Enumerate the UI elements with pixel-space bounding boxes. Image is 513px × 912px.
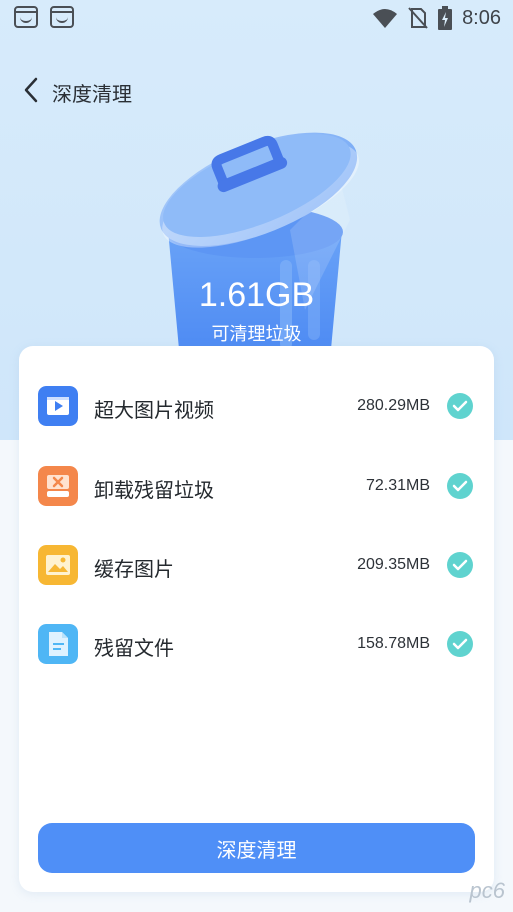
- check-icon[interactable]: [447, 473, 473, 499]
- file-icon: [38, 624, 78, 664]
- battery-charging-icon: [438, 6, 453, 30]
- check-icon[interactable]: [447, 393, 473, 419]
- item-size: 280.29MB: [357, 397, 430, 414]
- page-title: 深度清理: [52, 82, 132, 106]
- image-icon: [38, 545, 78, 585]
- item-label: 残留文件: [94, 636, 174, 660]
- chevron-left-icon[interactable]: [20, 76, 44, 104]
- uninstall-trash-icon: [38, 466, 78, 506]
- list-item-residual-files[interactable]: 残留文件 158.78MB: [19, 616, 494, 672]
- video-icon: [38, 386, 78, 426]
- status-bar: 8:06: [0, 0, 513, 36]
- list-item-uninstall-residue[interactable]: 卸载残留垃圾 72.31MB: [19, 458, 494, 514]
- cleanable-caption: 可清理垃圾: [211, 324, 302, 345]
- check-icon[interactable]: [447, 631, 473, 657]
- deep-clean-button[interactable]: 深度清理: [38, 823, 475, 873]
- list-item-cached-images[interactable]: 缓存图片 209.35MB: [19, 537, 494, 593]
- app-notification-icon: [14, 6, 38, 28]
- item-size: 209.35MB: [357, 556, 430, 573]
- wifi-icon: [373, 9, 398, 28]
- no-sim-icon: [408, 7, 428, 29]
- list-item-large-media[interactable]: 超大图片视频 280.29MB: [19, 378, 494, 434]
- app-header: 深度清理: [0, 70, 513, 110]
- check-icon[interactable]: [447, 552, 473, 578]
- status-time: 8:06: [462, 6, 501, 29]
- item-size: 72.31MB: [365, 477, 430, 494]
- item-label: 超大图片视频: [94, 398, 214, 422]
- cleanable-size: 1.61GB: [198, 276, 315, 314]
- item-label: 缓存图片: [94, 557, 174, 581]
- app-notification-icon: [50, 6, 74, 28]
- cleanup-card: 超大图片视频 280.29MB 卸载残留垃圾 72.31MB 缓存图片 209.…: [19, 346, 494, 892]
- item-label: 卸载残留垃圾: [94, 478, 214, 502]
- watermark: pc6: [469, 878, 505, 903]
- item-size: 158.78MB: [357, 635, 430, 652]
